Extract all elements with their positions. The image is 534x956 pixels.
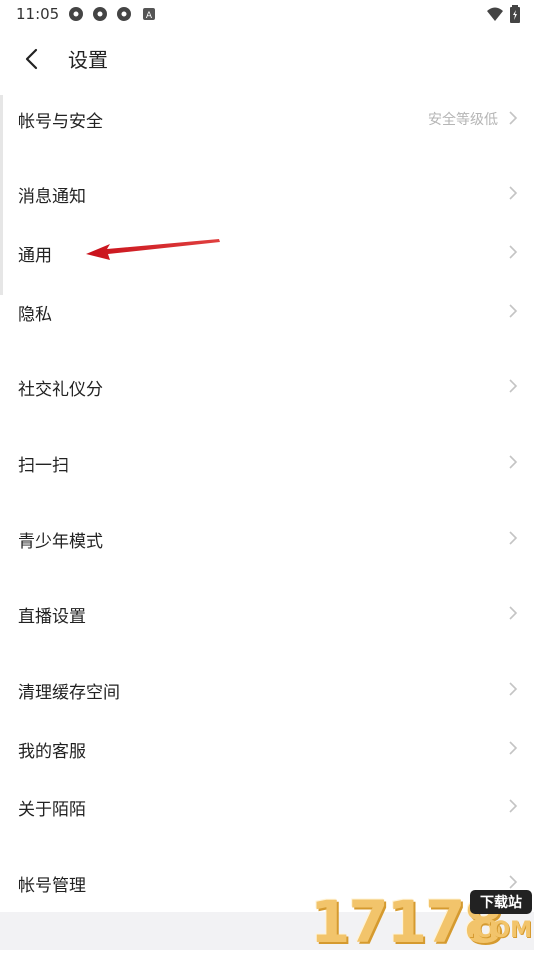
settings-item-teen-mode[interactable]: 青少年模式 (0, 515, 534, 563)
item-label: 我的客服 (18, 742, 86, 762)
item-label: 通用 (18, 246, 52, 266)
watermark-suffix: .COM (466, 918, 532, 943)
pinwheel-icon (117, 7, 131, 21)
chevron-right-icon (509, 245, 518, 259)
item-label: 关于陌陌 (18, 800, 86, 820)
pinwheel-icon (69, 7, 83, 21)
chevron-right-icon (509, 304, 518, 318)
chevron-right-icon (509, 455, 518, 469)
watermark-badge: 下载站 (470, 890, 532, 914)
chevron-right-icon (509, 379, 518, 393)
pinwheel-icon (93, 7, 107, 21)
watermark-logo: 17178 下载站 .COM (306, 886, 534, 956)
settings-item-about[interactable]: 关于陌陌 (0, 783, 534, 831)
battery-icon (510, 5, 520, 23)
item-label: 帐号管理 (18, 876, 86, 896)
annotation-arrow-icon (86, 239, 220, 260)
item-label: 青少年模式 (18, 532, 103, 552)
status-bar: 11:05 A (0, 0, 534, 28)
settings-item-clear-cache[interactable]: 清理缓存空间 (0, 666, 534, 714)
settings-item-notifications[interactable]: 消息通知 (0, 170, 534, 218)
page-title: 设置 (68, 48, 108, 72)
a-icon: A (143, 8, 155, 20)
settings-item-privacy[interactable]: 隐私 (0, 288, 534, 336)
item-label: 消息通知 (18, 187, 86, 207)
header: 设置 (0, 34, 534, 84)
status-right (486, 5, 520, 23)
chevron-right-icon (509, 741, 518, 755)
settings-item-social-etiquette[interactable]: 社交礼仪分 (0, 363, 534, 411)
settings-item-customer-service[interactable]: 我的客服 (0, 725, 534, 773)
settings-item-scan[interactable]: 扫一扫 (0, 439, 534, 487)
item-label: 社交礼仪分 (18, 380, 103, 400)
wifi-icon (487, 7, 503, 21)
svg-text:A: A (146, 11, 153, 20)
settings-item-account-security[interactable]: 帐号与安全 安全等级低 (0, 95, 534, 143)
chevron-right-icon (509, 531, 518, 545)
settings-item-live-settings[interactable]: 直播设置 (0, 590, 534, 638)
item-label: 隐私 (18, 305, 52, 325)
item-label: 清理缓存空间 (18, 683, 120, 703)
chevron-right-icon (509, 799, 518, 813)
chevron-left-icon (25, 48, 38, 70)
chevron-right-icon (509, 186, 518, 200)
item-label: 直播设置 (18, 607, 86, 627)
status-time: 11:05 (16, 5, 60, 23)
chevron-right-icon (509, 682, 518, 696)
item-label: 扫一扫 (18, 456, 69, 476)
item-value: 安全等级低 (428, 112, 498, 128)
item-label: 帐号与安全 (18, 112, 103, 132)
back-button[interactable] (12, 40, 50, 78)
chevron-right-icon (509, 111, 518, 125)
chevron-right-icon (509, 606, 518, 620)
